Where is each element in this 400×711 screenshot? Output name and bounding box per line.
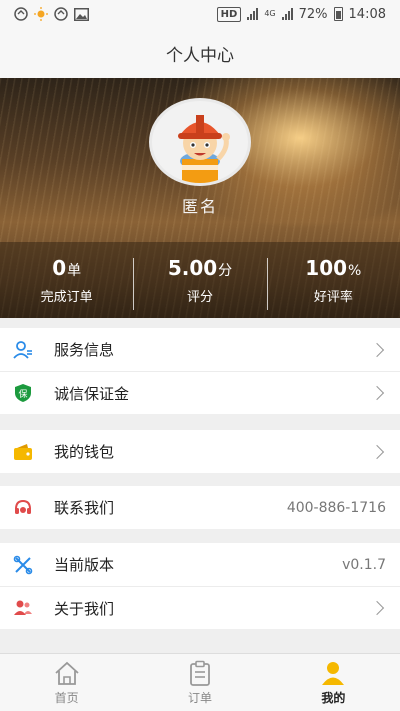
stat-number: 5.00 [167, 255, 218, 280]
tab-label: 首页 [54, 690, 79, 705]
stat-value: 0单 [0, 256, 133, 280]
battery-percent: 72% [298, 6, 328, 22]
menu-item-deposit[interactable]: 保 诚信保证金 [0, 371, 400, 414]
bottom-tab-bar: 首页 订单 我的 [0, 653, 400, 711]
chevron-right-icon [369, 600, 385, 616]
menu-item-wallet[interactable]: 我的钱包 [0, 430, 400, 473]
tab-orders[interactable]: 订单 [133, 654, 266, 711]
tab-mine[interactable]: 我的 [267, 654, 400, 711]
contact-phone[interactable]: 400-886-1716 [287, 500, 386, 516]
status-bar: HD 4G 72% 14:08 [0, 0, 400, 28]
stat-positive-rate: 100% 好评率 [266, 256, 400, 310]
menu-item-label: 联系我们 [54, 499, 115, 517]
menu-item-label: 当前版本 [54, 556, 115, 574]
tab-label: 我的 [321, 690, 346, 705]
chevron-right-icon [369, 385, 385, 401]
stats-bar: 0单 完成订单 5.00分 评分 100% 好评率 [0, 242, 400, 318]
stat-rating: 5.00分 评分 [133, 256, 266, 310]
chevron-right-icon [369, 444, 385, 459]
clock: 14:08 [348, 6, 386, 22]
stat-number: 100 [305, 255, 348, 280]
menu-group-wallet: 我的钱包 [0, 430, 400, 473]
username: 匿名 [181, 197, 218, 216]
headset-icon [12, 497, 34, 519]
menu-item-label: 关于我们 [54, 599, 115, 618]
menu-item-label: 诚信保证金 [54, 384, 130, 403]
wallet-icon [12, 441, 34, 463]
page-title: 个人中心 [166, 45, 234, 66]
version-icon [12, 554, 34, 576]
menu-item-contact[interactable]: 联系我们 400-886-1716 [0, 486, 400, 529]
menu-item-service-info[interactable]: 服务信息 [0, 328, 400, 371]
stat-label: 完成订单 [40, 289, 93, 305]
menu-item-label: 我的钱包 [54, 443, 115, 461]
shield-badge: 保 [18, 388, 27, 400]
user-icon [322, 661, 345, 685]
user-info-icon [12, 339, 34, 361]
stat-orders: 0单 完成订单 [0, 256, 133, 305]
menu-group-about: 当前版本 v0.1.7 关于我们 [0, 543, 400, 629]
signal-icon [281, 8, 293, 20]
title-bar: 个人中心 [0, 28, 400, 78]
status-left-icons [14, 7, 89, 21]
sync-icon [54, 7, 68, 21]
hd-badge: HD [216, 6, 242, 22]
stat-unit: 分 [218, 262, 233, 279]
worker-avatar-icon [178, 115, 230, 183]
stat-value: 100% [267, 256, 400, 280]
avatar[interactable] [149, 98, 251, 186]
team-icon [12, 597, 34, 619]
chevron-right-icon [369, 342, 385, 357]
sun-icon [34, 7, 48, 21]
battery-icon [333, 7, 343, 21]
tab-home[interactable]: 首页 [0, 654, 133, 711]
clipboard-icon [190, 660, 210, 686]
stat-number: 0 [52, 255, 67, 280]
menu-item-about[interactable]: 关于我们 [0, 586, 400, 629]
sim-label: 4G [264, 9, 276, 18]
menu-group-account: 服务信息 保 诚信保证金 [0, 328, 400, 414]
stat-label: 好评率 [313, 289, 353, 305]
version-value: v0.1.7 [342, 556, 386, 573]
home-icon [55, 661, 79, 685]
profile-header: 匿名 0单 完成订单 5.00分 评分 100% 好评率 [0, 78, 400, 318]
image-icon [74, 7, 89, 21]
status-right-icons: HD 4G 72% 14:08 [216, 6, 386, 22]
menu-item-version[interactable]: 当前版本 v0.1.7 [0, 543, 400, 586]
signal-icon [247, 8, 259, 20]
tab-label: 订单 [187, 690, 212, 705]
stat-value: 5.00分 [133, 256, 266, 280]
stat-unit: 单 [67, 262, 82, 279]
menu-group-contact: 联系我们 400-886-1716 [0, 486, 400, 529]
stat-label: 评分 [186, 289, 213, 305]
shield-icon: 保 [12, 382, 34, 404]
sync-icon [14, 7, 28, 21]
stat-unit: % [348, 262, 362, 279]
menu-item-label: 服务信息 [54, 341, 115, 359]
